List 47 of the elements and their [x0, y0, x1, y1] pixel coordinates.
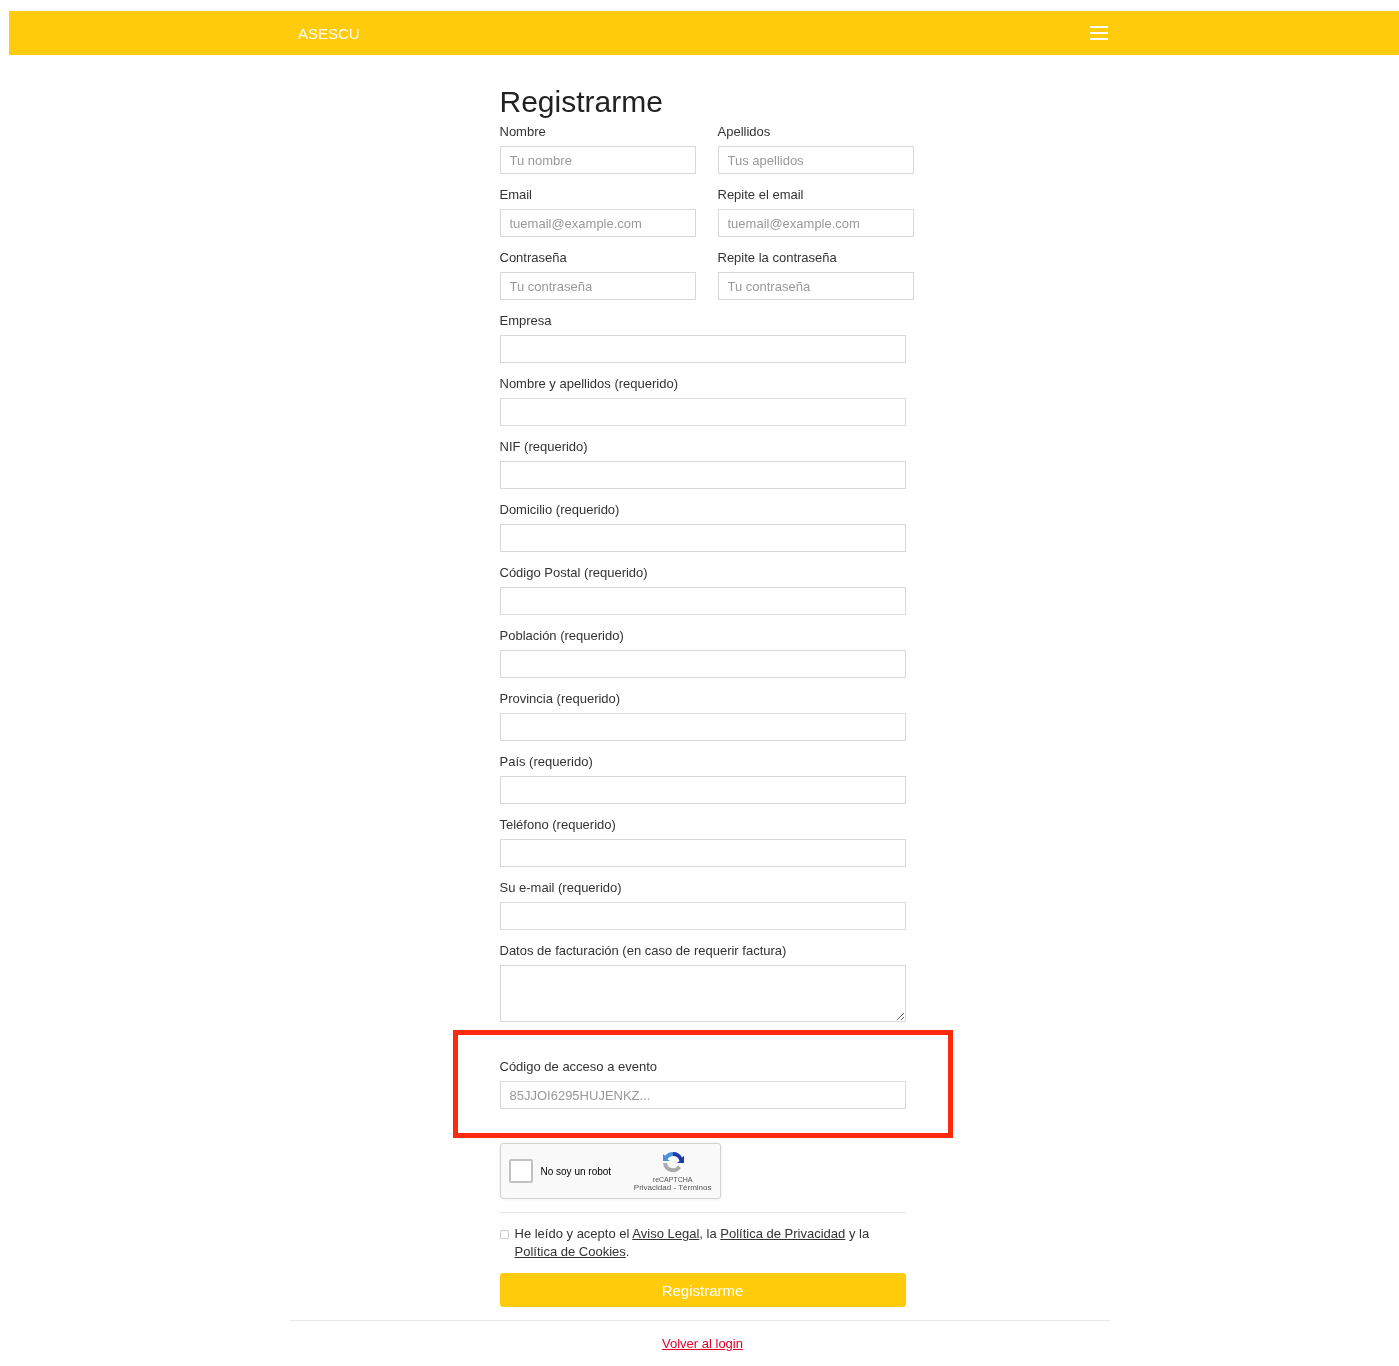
- terms-checkbox[interactable]: [499, 1230, 509, 1239]
- captcha-links: Privacidad - Términos: [633, 1183, 712, 1192]
- field-label: Teléfono (requerido): [499, 817, 617, 832]
- input-field[interactable]: [499, 524, 906, 552]
- terms-text: He leído y acepto el Aviso Legal, la Política de Privacidad y la Política de Cookies.: [514, 1225, 871, 1261]
- field-label: Código Postal (requerido): [499, 565, 649, 580]
- back-to-login-link[interactable]: Volver al login: [662, 1336, 743, 1351]
- field-label: Código de acceso a evento: [499, 1059, 659, 1074]
- input-field[interactable]: [499, 398, 906, 426]
- input-field[interactable]: [499, 587, 906, 615]
- field-label: Población (requerido): [499, 628, 625, 643]
- captcha-checkbox[interactable]: [508, 1159, 533, 1183]
- input-field[interactable]: [499, 713, 906, 741]
- terms-link[interactable]: Política de Cookies: [514, 1244, 626, 1259]
- input-field[interactable]: Tus apellidos: [717, 146, 914, 174]
- recaptcha-icon: [660, 1150, 685, 1174]
- field-label: Apellidos: [717, 124, 772, 139]
- field-label: Su e-mail (requerido): [499, 880, 623, 895]
- input-field[interactable]: [499, 335, 906, 363]
- input-field[interactable]: [499, 650, 906, 678]
- field-label: Empresa: [499, 313, 553, 328]
- field-label: NIF (requerido): [499, 439, 589, 454]
- field-label: Datos de facturación (en caso de requerir factura): [499, 943, 788, 958]
- captcha-label: No soy un robot: [540, 1165, 613, 1177]
- input-field[interactable]: 85JJOI6295HUJENKZ...: [499, 1081, 906, 1109]
- field-label: Email: [499, 187, 533, 202]
- input-field[interactable]: tuemail@example.com: [717, 209, 914, 237]
- input-field[interactable]: [499, 776, 906, 804]
- input-field[interactable]: [499, 902, 906, 930]
- input-field[interactable]: tuemail@example.com: [499, 209, 696, 237]
- field-label: Provincia (requerido): [499, 691, 622, 706]
- field-label: Nombre y apellidos (requerido): [499, 376, 679, 391]
- input-field[interactable]: [499, 839, 906, 867]
- input-field[interactable]: Tu contraseña: [499, 272, 696, 300]
- field-label: Repite la contraseña: [717, 250, 838, 265]
- field-label: Contraseña: [499, 250, 568, 265]
- field-label: Repite el email: [717, 187, 805, 202]
- field-label: Domicilio (requerido): [499, 502, 621, 517]
- input-field[interactable]: [499, 461, 906, 489]
- field-label: País (requerido): [499, 754, 594, 769]
- menu-icon[interactable]: [1090, 26, 1108, 40]
- page-title: Registrarme: [499, 85, 664, 119]
- terms-link[interactable]: Política de Privacidad: [720, 1226, 846, 1241]
- text-area[interactable]: [499, 965, 906, 1022]
- input-field[interactable]: Tu nombre: [499, 146, 696, 174]
- field-label: Nombre: [499, 124, 547, 139]
- input-field[interactable]: Tu contraseña: [717, 272, 914, 300]
